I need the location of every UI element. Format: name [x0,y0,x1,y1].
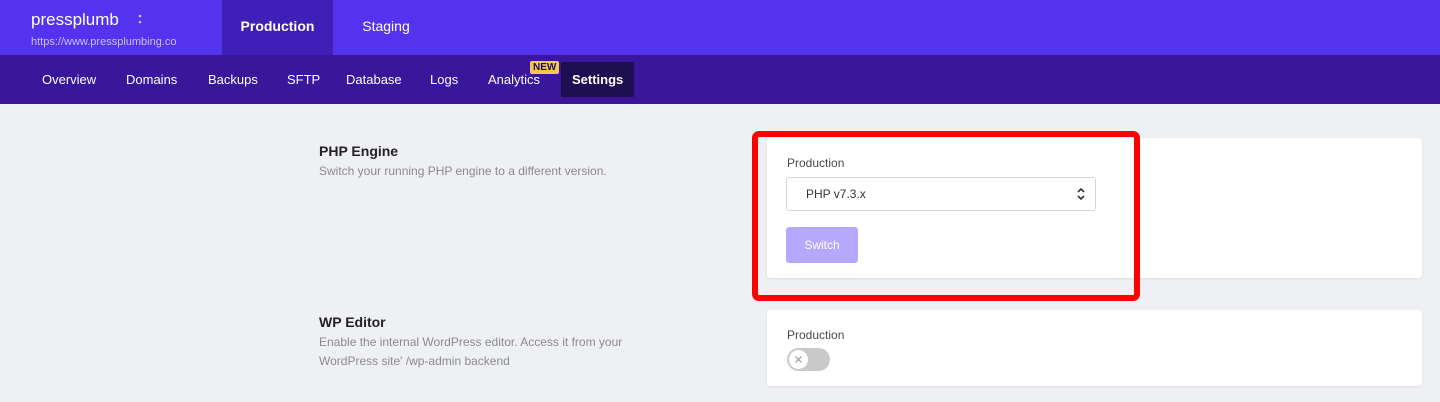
wp-editor-toggle[interactable] [787,348,830,371]
sub-navigation: Overview Domains Backups SFTP Database L… [0,55,1440,104]
top-bar: pressplumb https://www.pressplumbing.co … [0,0,1440,55]
vertical-dots-icon[interactable] [137,12,143,29]
site-switcher[interactable]: pressplumb https://www.pressplumbing.co [0,0,212,55]
php-version-value: PHP v7.3.x [806,187,866,201]
wp-editor-env-label: Production [787,328,845,342]
subnav-overview[interactable]: Overview [42,55,96,104]
wp-editor-description: Enable the internal WordPress editor. Ac… [319,335,623,368]
subnav-backups[interactable]: Backups [208,55,258,104]
up-down-chevron-icon [1077,187,1085,201]
php-engine-description: Switch your running PHP engine to a diff… [319,164,607,178]
php-engine-title: PHP Engine [319,143,399,159]
site-name: pressplumb [31,10,119,29]
subnav-domains[interactable]: Domains [126,55,177,104]
new-badge: NEW [530,61,560,74]
php-engine-env-label: Production [787,156,845,170]
toggle-knob [789,350,808,369]
switch-button[interactable]: Switch [786,227,858,263]
subnav-logs[interactable]: Logs [430,55,458,104]
wp-editor-title: WP Editor [319,314,386,330]
wp-editor-card: Production [767,310,1422,386]
php-version-select[interactable]: PHP v7.3.x [786,177,1096,211]
php-engine-card: Production PHP v7.3.x Switch [767,138,1422,278]
tab-staging[interactable]: Staging [338,0,434,55]
tab-production[interactable]: Production [222,0,333,55]
subnav-database[interactable]: Database [346,55,402,104]
site-url: https://www.pressplumbing.co [31,36,177,48]
subnav-settings[interactable]: Settings [561,62,635,97]
subnav-sftp[interactable]: SFTP [287,55,320,104]
x-icon [795,356,802,363]
